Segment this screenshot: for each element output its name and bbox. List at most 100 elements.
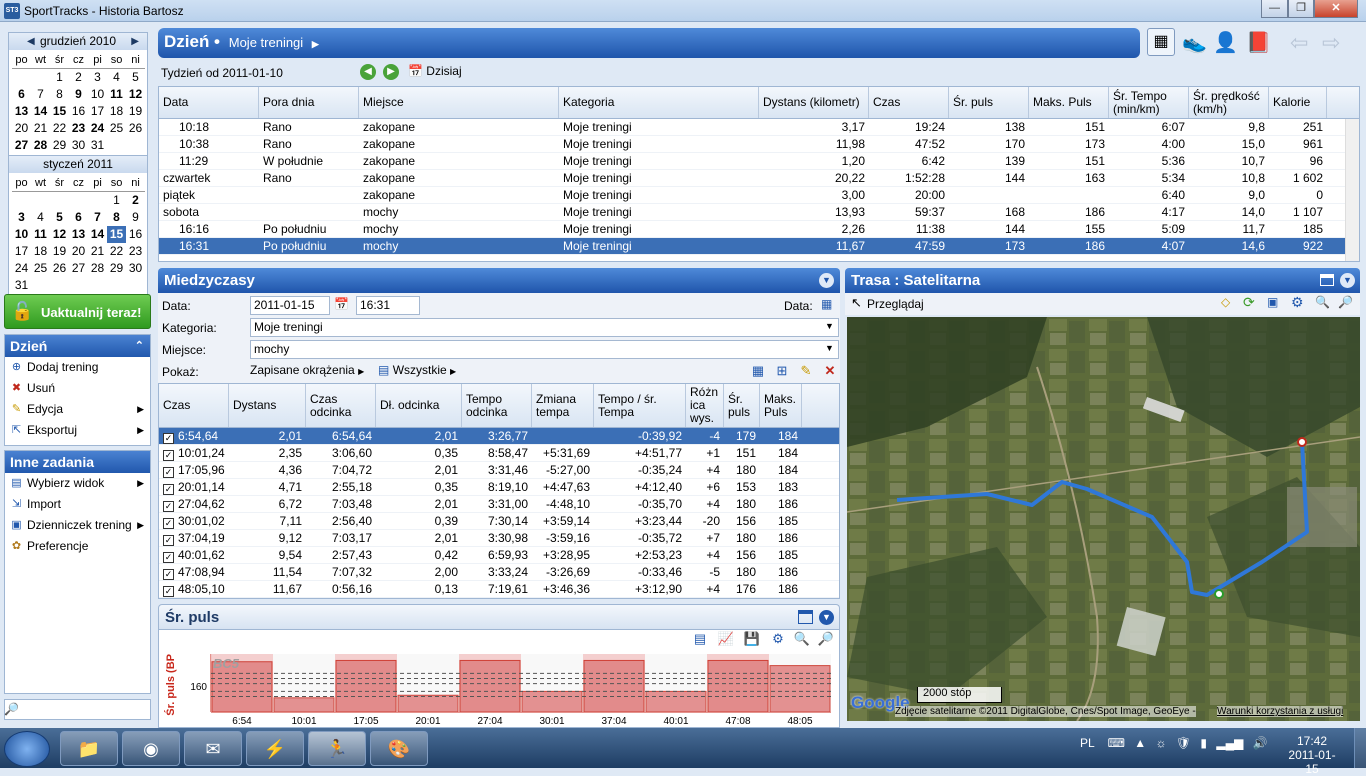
- pulse-bar[interactable]: [397, 694, 459, 713]
- calendar-day[interactable]: 15: [50, 103, 69, 120]
- column-header[interactable]: Różn ica wys.: [686, 384, 724, 427]
- filter-dropdown[interactable]: ▤ Wszystkie ▶: [378, 363, 456, 377]
- column-header[interactable]: Śr. Tempo (min/km): [1109, 87, 1189, 118]
- other-tasks-header[interactable]: Inne zadania: [5, 451, 150, 473]
- chrome-taskbar-icon[interactable]: ◉: [122, 731, 180, 766]
- calendar-day[interactable]: 3: [12, 209, 31, 226]
- lap-checkbox[interactable]: ✓: [163, 552, 174, 563]
- athlete-icon[interactable]: 👤: [1213, 30, 1238, 55]
- activities-scrollbar[interactable]: [1345, 119, 1359, 261]
- save-icon[interactable]: ▣: [1267, 295, 1278, 309]
- task-item-eksportuj[interactable]: ⇱ Eksportuj ▶: [5, 420, 150, 441]
- lap-row[interactable]: ✓ 37:04,19 9,12 7:03,17 2,01 3:30,98 -3:59,16 -…: [159, 530, 839, 547]
- calendar-day[interactable]: 27: [12, 137, 31, 154]
- today-button[interactable]: 📅 Dzisiaj: [408, 64, 462, 78]
- calendar-view-icon[interactable]: ▦: [1147, 28, 1175, 56]
- calendar-day[interactable]: 27: [69, 260, 88, 277]
- calendar-day[interactable]: 9: [126, 209, 145, 226]
- prev-month-icon[interactable]: ◀: [27, 33, 35, 50]
- language-indicator[interactable]: PL: [1080, 736, 1094, 750]
- next-week-icon[interactable]: ▶: [383, 64, 399, 80]
- calendar-day[interactable]: 11: [107, 86, 126, 103]
- back-icon[interactable]: ⇦: [1290, 30, 1308, 56]
- calendar-day[interactable]: 29: [50, 137, 69, 154]
- maximize-button[interactable]: ❐: [1288, 0, 1314, 18]
- winamp-taskbar-icon[interactable]: ⚡: [246, 731, 304, 766]
- task-item-wybierz-widok[interactable]: ▤ Wybierz widok ▶: [5, 473, 150, 494]
- calendar-day[interactable]: 24: [12, 260, 31, 277]
- calendar-day[interactable]: 1: [107, 192, 126, 209]
- pulse-bar[interactable]: [335, 659, 397, 713]
- calendar-day[interactable]: 16: [69, 103, 88, 120]
- column-header[interactable]: Maks. Puls: [760, 384, 802, 427]
- day-tasks-header[interactable]: Dzień ⌃: [5, 335, 150, 357]
- place-select[interactable]: mochy: [250, 340, 839, 359]
- column-header[interactable]: Czas: [869, 87, 949, 118]
- calendar-day[interactable]: 23: [69, 120, 88, 137]
- table-icon[interactable]: ▤: [691, 630, 709, 648]
- calendar-day[interactable]: 22: [107, 243, 126, 260]
- task-item-dzienniczek-trening[interactable]: ▣ Dzienniczek trening ▶: [5, 515, 150, 536]
- lap-row[interactable]: ✓ 47:08,94 11,54 7:07,32 2,00 3:33,24 -3:26,69…: [159, 564, 839, 581]
- calendar-day[interactable]: 2: [69, 69, 88, 86]
- calendar-day[interactable]: 11: [31, 226, 50, 243]
- lap-checkbox[interactable]: ✓: [163, 484, 174, 495]
- calendar-day[interactable]: 22: [50, 120, 69, 137]
- pulse-bar[interactable]: [769, 665, 831, 713]
- calendar-day[interactable]: 31: [12, 277, 31, 294]
- calendar-day[interactable]: 8: [107, 209, 126, 226]
- activity-row[interactable]: 16:16 Po południu mochy Moje treningi 2,26 11…: [159, 221, 1359, 238]
- calendar-day[interactable]: 13: [12, 103, 31, 120]
- calendar-day[interactable]: 20: [69, 243, 88, 260]
- collapse-icon[interactable]: ▼: [819, 273, 834, 288]
- activity-row[interactable]: 16:31 Po południu mochy Moje treningi 11,67 4…: [159, 238, 1359, 255]
- task-item-preferencje[interactable]: ✿ Preferencje: [5, 536, 150, 557]
- lap-checkbox[interactable]: ✓: [163, 501, 174, 512]
- breadcrumb-arrow-icon[interactable]: ▶: [312, 39, 319, 49]
- calendar-day[interactable]: 7: [88, 209, 107, 226]
- calendar-day[interactable]: 9: [69, 86, 88, 103]
- lap-row[interactable]: ✓ 10:01,24 2,35 3:06,60 0,35 8:58,47 +5:31,69 +…: [159, 445, 839, 462]
- calendar-day[interactable]: 26: [50, 260, 69, 277]
- task-item-import[interactable]: ⇲ Import: [5, 494, 150, 515]
- calendar-day[interactable]: 21: [31, 120, 50, 137]
- lap-checkbox[interactable]: ✓: [163, 518, 174, 529]
- column-header[interactable]: Data: [159, 87, 259, 118]
- settings-icon[interactable]: ⚙: [1291, 294, 1304, 311]
- calendar-day[interactable]: 30: [126, 260, 145, 277]
- calendar-grid[interactable]: po wt śr cz pi so ni 1 2 3 4 5 6 7 8 9 10 11 12 13 14 15 16 17 1…: [9, 50, 147, 156]
- lap-row[interactable]: ✓ 30:01,02 7,11 2:56,40 0,39 7:30,14 +3:59,14 +…: [159, 513, 839, 530]
- pencil-icon[interactable]: ✎: [797, 362, 815, 380]
- column-header[interactable]: Śr. puls: [949, 87, 1029, 118]
- column-header[interactable]: Dł. odcinka: [376, 384, 462, 427]
- column-header[interactable]: Dystans: [229, 384, 306, 427]
- column-header[interactable]: Dystans (kilometr): [759, 87, 869, 118]
- lap-row[interactable]: ✓ 40:01,62 9,54 2:57,43 0,42 6:59,93 +3:28,95 +…: [159, 547, 839, 564]
- close-button[interactable]: ✕: [1314, 0, 1358, 18]
- lap-row[interactable]: ✓ 20:01,14 4,71 2:55,18 0,35 8:19,10 +4:47,63 +…: [159, 479, 839, 496]
- calendar-day[interactable]: 20: [12, 120, 31, 137]
- lap-checkbox[interactable]: ✓: [163, 586, 174, 597]
- activity-row[interactable]: 11:29 W południe zakopane Moje treningi 1,20…: [159, 153, 1359, 170]
- calendar-day[interactable]: 14: [31, 103, 50, 120]
- marker-icon[interactable]: ◇: [1221, 295, 1230, 309]
- date-field[interactable]: 2011-01-15: [250, 296, 330, 315]
- column-header[interactable]: Czas odcinka: [306, 384, 376, 427]
- forward-icon[interactable]: ⇨: [1322, 30, 1340, 56]
- prev-week-icon[interactable]: ◀: [360, 64, 376, 80]
- minimize-button[interactable]: —: [1261, 0, 1288, 18]
- calendar-day[interactable]: 6: [69, 209, 88, 226]
- task-item-dodaj-trening[interactable]: ⊕ Dodaj trening: [5, 357, 150, 378]
- pulse-bar[interactable]: [273, 697, 335, 713]
- shield-icon[interactable]: 🛡: [1176, 736, 1191, 750]
- calendar-day[interactable]: 7: [31, 86, 50, 103]
- lap-row[interactable]: ✓ 6:54,64 2,01 6:54,64 2,01 3:26,77 -0:39,92 -4…: [159, 428, 839, 445]
- browse-mode-button[interactable]: Przeglądaj: [867, 297, 924, 311]
- zoom-in-icon[interactable]: 🔎: [817, 630, 835, 648]
- column-header[interactable]: Kategoria: [559, 87, 759, 118]
- calendar-day[interactable]: 10: [12, 226, 31, 243]
- restore-panel-icon[interactable]: [798, 610, 813, 624]
- restore-panel-icon[interactable]: [1320, 274, 1334, 286]
- show-hidden-icons-icon[interactable]: ▲: [1134, 736, 1146, 750]
- update-now-button[interactable]: 🔓 Uaktualnij teraz!: [4, 294, 151, 329]
